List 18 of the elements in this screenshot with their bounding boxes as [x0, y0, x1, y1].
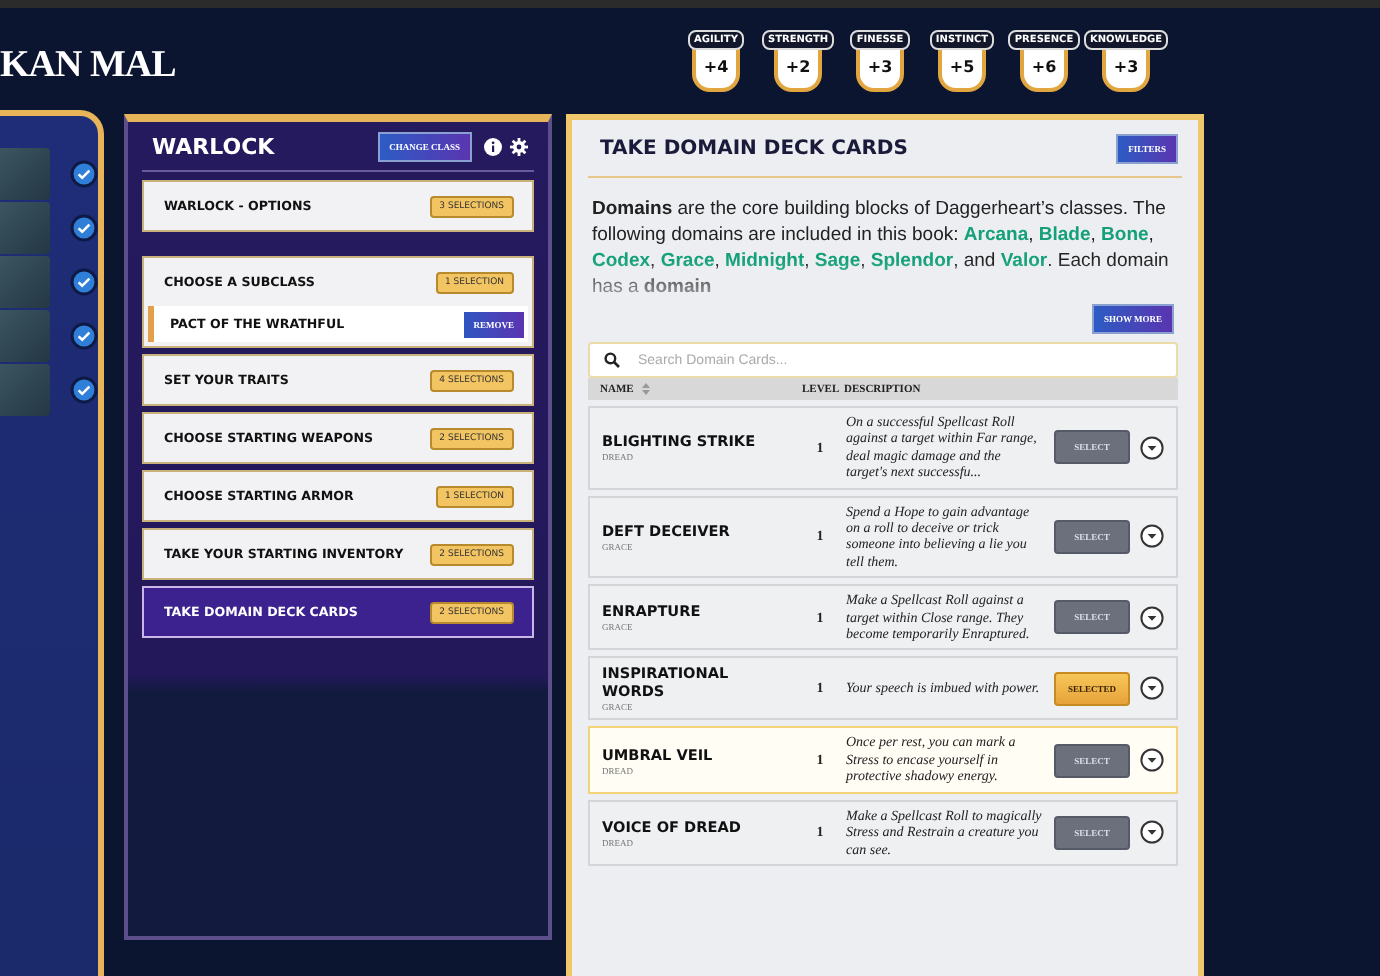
settings-icon[interactable]	[510, 138, 528, 156]
trait-value: +3	[856, 46, 904, 92]
info-icon[interactable]	[484, 138, 502, 156]
expand-chevron-icon[interactable]	[1140, 820, 1164, 845]
trait-value: +3	[1102, 46, 1150, 92]
intro-text: Domains are the core building blocks of Daggerheart’s classes. The following domains are included in this book: Arcana, Blade, Bone, Codex, Grace, Midnight, Sage, Splendor, and Valor. Each domain has a domain	[592, 196, 1171, 300]
expand-chevron-icon[interactable]	[1140, 748, 1164, 773]
expand-chevron-icon[interactable]	[1140, 676, 1164, 701]
expand-chevron-icon[interactable]	[1140, 605, 1164, 630]
expand-chevron-icon[interactable]	[1140, 524, 1164, 549]
trait-value: +2	[774, 46, 822, 92]
expand-chevron-icon[interactable]	[1140, 435, 1164, 460]
trait-value: +4	[692, 46, 740, 92]
trait-value: +5	[938, 46, 986, 92]
trait-value: +6	[1020, 46, 1068, 92]
character-name: KAN MAL	[0, 44, 176, 88]
class-title: WARLOCK	[152, 134, 277, 160]
panel-title: TAKE DOMAIN DECK CARDS	[600, 137, 908, 159]
